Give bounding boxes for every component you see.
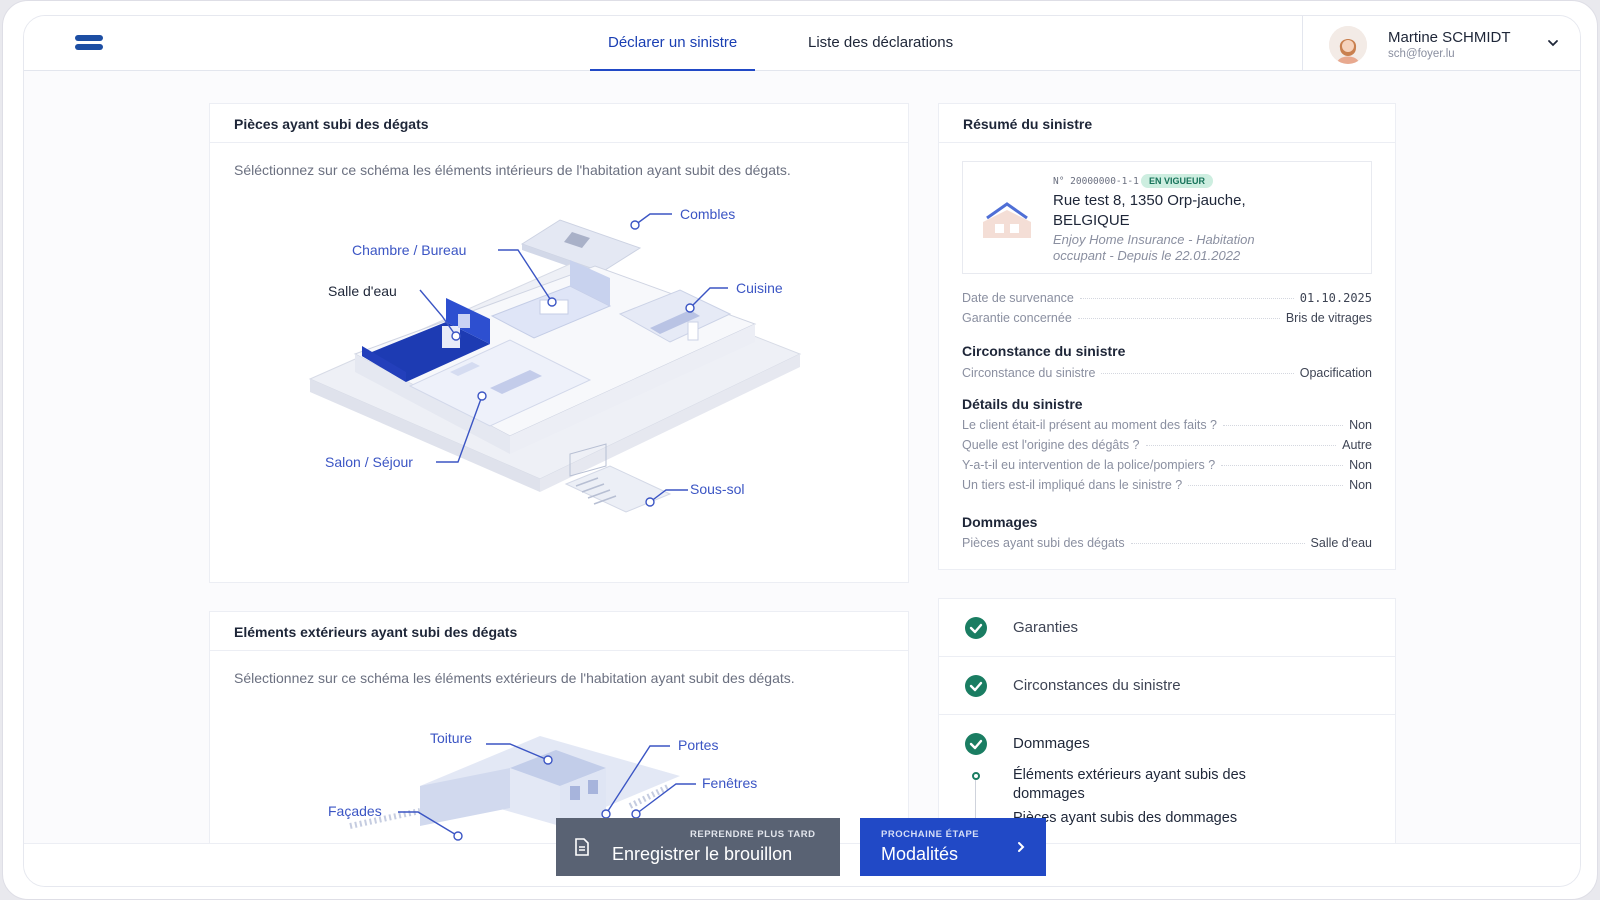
chevron-down-icon[interactable] <box>1546 36 1560 50</box>
label-chambre-bureau[interactable]: Chambre / Bureau <box>352 242 466 258</box>
circumstance-heading: Circonstance du sinistre <box>962 343 1126 359</box>
interior-house-diagram: Combles Chambre / Bureau Cuisine Salon /… <box>308 206 802 513</box>
step-label: Garanties <box>1013 619 1079 636</box>
garantie-row: Garantie concernée Bris de vitrages <box>962 311 1372 325</box>
exterior-card-title: Eléments extérieurs ayant subi des dégat… <box>210 612 908 651</box>
next-step-caption: PROCHAINE ÉTAPE <box>881 829 980 840</box>
circumstance-label: Circonstance du sinistre <box>962 366 1096 380</box>
detail-value: Non <box>1349 458 1372 472</box>
tab-liste-declarations[interactable]: Liste des déclarations <box>790 16 971 71</box>
detail-row: Y-a-t-il eu intervention de la police/po… <box>962 458 1372 472</box>
dommages-value: Salle d'eau <box>1310 536 1372 550</box>
garantie-label: Garantie concernée <box>962 311 1072 325</box>
user-name[interactable]: Martine SCHMIDT <box>1388 29 1511 46</box>
detail-row: Un tiers est-il impliqué dans le sinistr… <box>962 478 1372 492</box>
dommages-row: Pièces ayant subi des dégats Salle d'eau <box>962 536 1372 550</box>
chevron-right-icon <box>1018 842 1025 852</box>
label-cuisine[interactable]: Cuisine <box>736 280 783 296</box>
label-fenetres[interactable]: Fenêtres <box>702 775 757 791</box>
user-avatar-icon <box>1329 26 1367 64</box>
interior-card-title: Pièces ayant subi des dégats <box>210 104 908 143</box>
save-draft-button[interactable]: REPRENDRE PLUS TARD Enregistrer le broui… <box>556 818 840 876</box>
detail-row: Quelle est l'origine des dégâts ? Autre <box>962 438 1372 452</box>
policy-box[interactable]: N° 20000000-1-1 EN VIGUEUR Rue test 8, 1… <box>962 161 1372 274</box>
substep-label: Éléments extérieurs ayant subis des <box>1013 767 1246 783</box>
save-draft-caption: REPRENDRE PLUS TARD <box>690 829 816 840</box>
next-step-button[interactable]: PROCHAINE ÉTAPE Modalités <box>860 818 1046 876</box>
interior-damage-card: Pièces ayant subi des dégats Séléctionne… <box>209 103 909 583</box>
house-icon <box>983 202 1031 238</box>
detail-value: Non <box>1349 478 1372 492</box>
document-icon <box>575 838 589 856</box>
app-viewport: Déclarer un sinistre Liste des déclarati… <box>23 15 1581 887</box>
user-email: sch@foyer.lu <box>1388 48 1455 60</box>
policy-product: Enjoy Home Insurance - Habitation occupa… <box>1053 232 1255 264</box>
label-sous-sol[interactable]: Sous-sol <box>690 481 744 497</box>
tab-declarer-sinistre[interactable]: Déclarer un sinistre <box>590 16 756 71</box>
date-label: Date de survenance <box>962 291 1074 305</box>
label-portes[interactable]: Portes <box>678 737 718 753</box>
policy-address-line2: BELGIQUE <box>1053 212 1130 229</box>
substep-label-cont: dommages <box>1013 786 1085 802</box>
step-label: Dommages <box>1013 735 1090 752</box>
detail-label: Un tiers est-il impliqué dans le sinistr… <box>962 478 1183 492</box>
substep-pieces[interactable]: Pièces ayant subis des dommages <box>1013 810 1237 826</box>
label-combles[interactable]: Combles <box>680 206 735 222</box>
step-circonstances[interactable]: Circonstances du sinistre <box>939 657 1395 715</box>
label-toiture[interactable]: Toiture <box>430 730 472 746</box>
label-salon-sejour[interactable]: Salon / Séjour <box>325 454 413 470</box>
user-divider <box>1302 16 1303 71</box>
detail-row: Le client était-il présent au moment des… <box>962 418 1372 432</box>
circumstance-value: Opacification <box>1299 366 1372 380</box>
policy-address: Rue test 8, 1350 Orp-jauche, BELGIQUE <box>1053 191 1246 231</box>
check-circle-icon <box>965 675 987 697</box>
avatar[interactable] <box>1329 26 1367 64</box>
exterior-card-description: Sélectionnez sur ce schéma les éléments … <box>234 670 795 686</box>
detail-label: Quelle est l'origine des dégâts ? <box>962 438 1140 452</box>
foyer-logo-icon[interactable] <box>74 32 104 54</box>
check-circle-icon <box>965 733 987 755</box>
date-row: Date de survenance 01.10.2025 <box>962 291 1372 305</box>
policy-product-line2: occupant - Depuis le 22.01.2022 <box>1053 248 1241 263</box>
circumstance-row: Circonstance du sinistre Opacification <box>962 366 1372 380</box>
step-garanties[interactable]: Garanties <box>939 599 1395 657</box>
summary-card: Résumé du sinistre N° 20000000-1-1 EN VI… <box>938 103 1396 570</box>
garantie-value: Bris de vitrages <box>1285 311 1372 325</box>
save-draft-label: Enregistrer le brouillon <box>612 844 793 864</box>
top-navigation-bar: Déclarer un sinistre Liste des déclarati… <box>24 16 1580 71</box>
step-label: Circonstances du sinistre <box>1013 677 1181 694</box>
policy-address-line1: Rue test 8, 1350 Orp-jauche, <box>1053 192 1246 209</box>
dommages-heading: Dommages <box>962 514 1038 530</box>
dommages-label: Pièces ayant subi des dégats <box>962 536 1125 550</box>
detail-value: Autre <box>1342 438 1372 452</box>
policy-number: N° 20000000-1-1 <box>1053 176 1139 187</box>
interior-card-description: Séléctionnez sur ce schéma les éléments … <box>234 162 791 178</box>
detail-label: Y-a-t-il eu intervention de la police/po… <box>962 458 1216 472</box>
policy-product-line1: Enjoy Home Insurance - Habitation <box>1053 232 1255 247</box>
detail-label: Le client était-il présent au moment des… <box>962 418 1217 432</box>
check-circle-icon <box>965 617 987 639</box>
summary-title: Résumé du sinistre <box>939 104 1395 143</box>
label-salle-eau[interactable]: Salle d'eau <box>328 283 397 299</box>
label-facades[interactable]: Façades <box>328 803 382 819</box>
substep-dot-icon <box>972 772 980 780</box>
substep-exterieurs[interactable]: Éléments extérieurs ayant subis des domm… <box>1013 766 1246 804</box>
app-window: Déclarer un sinistre Liste des déclarati… <box>2 0 1598 900</box>
next-step-label: Modalités <box>881 844 959 864</box>
status-badge: EN VIGUEUR <box>1141 174 1214 188</box>
date-value: 01.10.2025 <box>1299 291 1372 305</box>
details-heading: Détails du sinistre <box>962 396 1083 412</box>
detail-value: Non <box>1349 418 1372 432</box>
